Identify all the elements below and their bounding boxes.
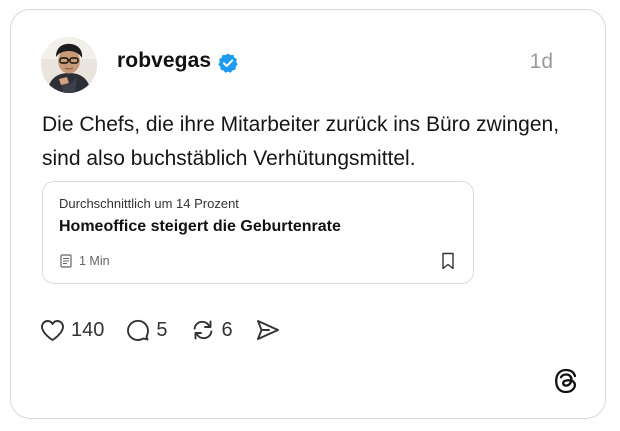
- post-text: Die Chefs, die ihre Mitarbeiter zurück i…: [42, 113, 560, 170]
- article-icon: [60, 254, 72, 268]
- send-icon: [256, 320, 279, 340]
- reply-count: 5: [156, 318, 168, 341]
- action-bar: 140 5 6: [40, 315, 303, 345]
- username[interactable]: robvegas: [117, 49, 211, 73]
- link-subtitle: Durchschnittlich um 14 Prozent: [59, 196, 239, 211]
- post-timestamp: 1d: [529, 50, 553, 73]
- like-button[interactable]: 140: [40, 319, 104, 342]
- heart-icon: [41, 319, 64, 341]
- repost-button[interactable]: 6: [190, 318, 233, 342]
- threads-logo-icon[interactable]: [553, 368, 579, 394]
- repost-count: 6: [221, 318, 233, 341]
- verified-badge-icon: [218, 53, 238, 73]
- comment-icon: [127, 319, 150, 341]
- reply-button[interactable]: 5: [126, 318, 168, 342]
- post-card: robvegas 1d Die Chefs, die ihre Mitarbei…: [10, 9, 606, 419]
- link-preview-card[interactable]: Durchschnittlich um 14 Prozent Homeoffic…: [42, 181, 474, 284]
- repost-icon: [193, 320, 212, 340]
- avatar[interactable]: [41, 37, 97, 93]
- share-button[interactable]: [255, 318, 281, 342]
- link-title: Homeoffice steigert die Geburtenrate: [59, 218, 341, 235]
- bookmark-icon[interactable]: [441, 252, 455, 270]
- read-time: 1 Min: [79, 254, 110, 268]
- like-count: 140: [71, 318, 105, 341]
